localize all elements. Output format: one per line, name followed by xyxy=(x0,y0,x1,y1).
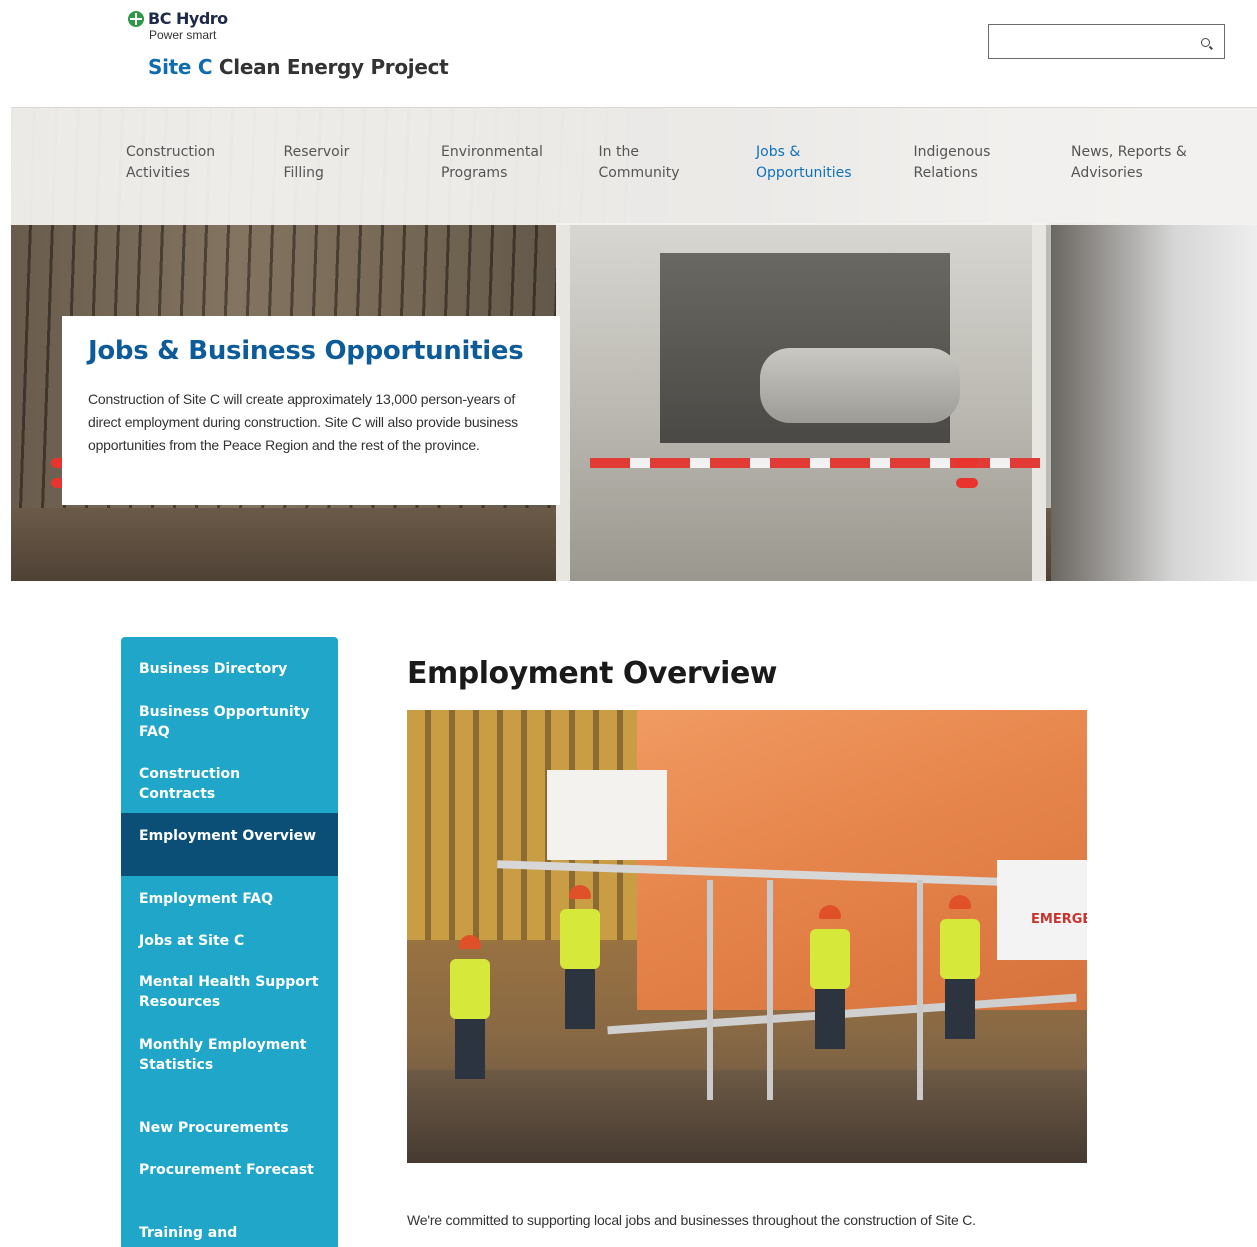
project-title[interactable]: Site C Clean Energy Project xyxy=(148,55,449,79)
photo-scaffold-frame xyxy=(917,880,923,1100)
nav-reservoir-filling[interactable]: Reservoir Filling xyxy=(284,142,442,184)
photo-worker xyxy=(447,935,493,1085)
search-box xyxy=(988,24,1225,59)
employment-photo: EMERGE xyxy=(407,710,1087,1163)
hero-right-vehicles xyxy=(1051,223,1257,581)
photo-worker xyxy=(557,885,603,1035)
truck-tail-light xyxy=(956,458,978,468)
hero-description: Construction of Site C will create appro… xyxy=(88,391,518,453)
sidebar-item-procurement-forecast[interactable]: Procurement Forecast xyxy=(121,1160,338,1180)
hero-card: Jobs & Business Opportunities Constructi… xyxy=(62,316,560,505)
sidebar-item-training[interactable]: Training and xyxy=(121,1223,338,1243)
sidebar-item-mental-health-support[interactable]: Mental Health Support Resources xyxy=(121,972,338,1012)
sidebar-item-business-opportunity-faq[interactable]: Business Opportunity FAQ xyxy=(121,702,338,742)
sidebar-item-employment-overview[interactable]: Employment Overview xyxy=(121,813,338,876)
bc-hydro-mark-icon xyxy=(128,10,144,27)
bc-hydro-logo[interactable]: BC Hydro Power smart xyxy=(128,9,228,42)
project-title-rest: Clean Energy Project xyxy=(218,55,449,79)
sidebar-item-business-directory[interactable]: Business Directory xyxy=(121,659,338,679)
project-title-accent: Site C xyxy=(148,55,213,79)
photo-scaffold-frame xyxy=(767,880,773,1100)
photo-scaffold-frame xyxy=(707,880,713,1100)
sidebar-item-new-procurements[interactable]: New Procurements xyxy=(121,1118,338,1138)
photo-sign-text: EMERGE xyxy=(1031,912,1087,927)
photo-worker xyxy=(807,905,853,1055)
sidebar-item-jobs-at-site-c[interactable]: Jobs at Site C xyxy=(121,931,338,951)
intro-paragraph: We're committed to supporting local jobs… xyxy=(407,1212,976,1228)
hero-truck-image xyxy=(556,223,1046,581)
photo-floor xyxy=(407,1070,1087,1163)
truck-tail-light xyxy=(956,478,978,488)
search-input[interactable] xyxy=(989,25,1189,58)
nav-jobs-opportunities[interactable]: Jobs & Opportunities xyxy=(756,142,914,184)
main-nav: Construction Activities Reservoir Filling … xyxy=(126,142,1229,184)
sidebar-item-monthly-employment-statistics[interactable]: Monthly Employment Statistics xyxy=(121,1035,338,1075)
photo-emergency-sign: EMERGE xyxy=(997,860,1087,960)
truck-tank xyxy=(760,348,960,423)
brand-tagline: Power smart xyxy=(149,28,217,42)
section-sidebar-nav: Business Directory Business Opportunity … xyxy=(121,637,338,1247)
nav-indigenous-relations[interactable]: Indigenous Relations xyxy=(914,142,1072,184)
sidebar-item-construction-contracts[interactable]: Construction Contracts xyxy=(121,764,338,804)
sidebar-item-employment-faq[interactable]: Employment FAQ xyxy=(121,889,338,909)
photo-worker xyxy=(937,895,983,1045)
nav-news-reports-advisories[interactable]: News, Reports & Advisories xyxy=(1071,142,1229,184)
brand-name: BC Hydro xyxy=(148,9,228,28)
page-title: Employment Overview xyxy=(407,656,778,691)
nav-construction-activities[interactable]: Construction Activities xyxy=(126,142,284,184)
site-header: BC Hydro Power smart Site C Clean Energy… xyxy=(0,0,1257,108)
photo-white-block xyxy=(547,770,667,860)
search-icon[interactable] xyxy=(1201,38,1210,47)
hero-title: Jobs & Business Opportunities xyxy=(88,336,524,366)
nav-environmental-programs[interactable]: Environmental Programs xyxy=(441,142,599,184)
nav-in-the-community[interactable]: In the Community xyxy=(599,142,757,184)
